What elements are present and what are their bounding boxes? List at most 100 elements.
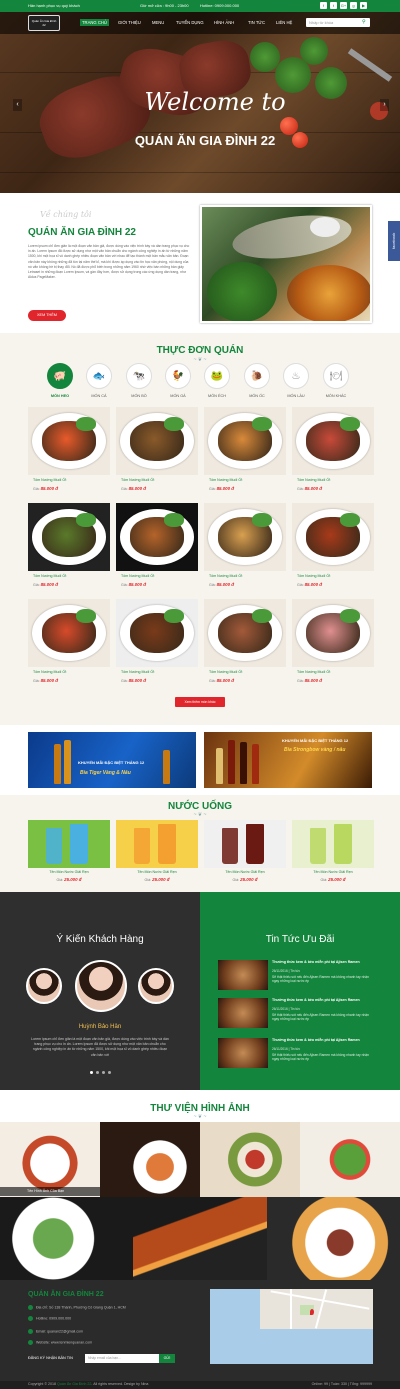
dish-image[interactable]: [28, 599, 110, 667]
dish-name[interactable]: Tôm Nướng Muối Ớt: [116, 670, 198, 674]
dish-card[interactable]: Tôm Nướng Muối Ớt Giá: 85.000 đ: [116, 407, 198, 499]
drink-image[interactable]: [116, 820, 198, 868]
nav-menu[interactable]: MENU: [150, 19, 166, 26]
drink-name[interactable]: Tên Món Nước Giải Rẹn: [28, 870, 110, 874]
nav-gallery[interactable]: HÌNH ẢNH: [212, 19, 236, 26]
dish-card[interactable]: Tôm Nướng Muối Ớt Giá: 85.000 đ: [28, 503, 110, 595]
dish-card[interactable]: Tôm Nướng Muối Ớt Giá: 85.000 đ: [28, 599, 110, 691]
dish-name[interactable]: Tôm Nướng Muối Ớt: [116, 478, 198, 482]
dish-image[interactable]: [292, 503, 374, 571]
gallery-image[interactable]: [200, 1122, 300, 1197]
dish-name[interactable]: Tôm Nướng Muối Ớt: [28, 670, 110, 674]
dish-name[interactable]: Tôm Nướng Muối Ớt: [204, 478, 286, 482]
drink-name[interactable]: Tên Món Nước Giải Rẹn: [204, 870, 286, 874]
nav-contact[interactable]: LIÊN HỆ: [274, 19, 294, 26]
drink-card[interactable]: Tên Món Nước Giải Rẹn Giá: 25.000 đ: [292, 820, 374, 890]
dish-name[interactable]: Tôm Nướng Muối Ớt: [204, 574, 286, 578]
dish-card[interactable]: Tôm Nướng Muối Ớt Giá: 85.000 đ: [28, 407, 110, 499]
nav-news[interactable]: TIN TỨC: [246, 19, 267, 26]
dish-image[interactable]: [28, 503, 110, 571]
dish-name[interactable]: Tôm Nướng Muối Ớt: [116, 574, 198, 578]
drink-card[interactable]: Tên Món Nước Giải Rẹn Giá: 25.000 đ: [28, 820, 110, 890]
dish-image[interactable]: [292, 407, 374, 475]
dish-card[interactable]: Tôm Nướng Muối Ớt Giá: 85.000 đ: [204, 599, 286, 691]
dish-name[interactable]: Tôm Nướng Muối Ớt: [292, 670, 374, 674]
nav-home[interactable]: TRANG CHỦ: [80, 19, 109, 26]
category-snail[interactable]: 🐌 MÓN ỐC: [237, 363, 277, 398]
news-thumbnail[interactable]: [218, 998, 268, 1028]
news-item[interactable]: Thưởng thức kem & bèo miễn phí tại Ajise…: [218, 998, 378, 1030]
dish-image[interactable]: [116, 503, 198, 571]
nav-recruitment[interactable]: TUYỂN DỤNG: [174, 19, 206, 26]
news-item[interactable]: Thưởng thức kem & bèo miễn phí tại Ajise…: [218, 960, 378, 992]
dish-card[interactable]: Tôm Nướng Muối Ớt Giá: 85.000 đ: [292, 407, 374, 499]
category-chicken[interactable]: 🐓 MÓN GÀ: [158, 363, 198, 398]
site-logo[interactable]: Quán Ăn Gia Đình 22: [28, 15, 60, 31]
google-icon[interactable]: g: [350, 2, 357, 9]
drink-image[interactable]: [292, 820, 374, 868]
dish-name[interactable]: Tôm Nướng Muối Ớt: [204, 670, 286, 674]
drink-name[interactable]: Tên Món Nước Giải Rẹn: [292, 870, 374, 874]
dish-card[interactable]: Tôm Nướng Muối Ớt Giá: 85.000 đ: [116, 599, 198, 691]
twitter-icon[interactable]: t: [330, 2, 337, 9]
dish-image[interactable]: [204, 407, 286, 475]
gallery-image[interactable]: [0, 1197, 133, 1280]
youtube-icon[interactable]: ▶: [360, 2, 367, 9]
avatar[interactable]: [26, 968, 62, 1004]
read-more-button[interactable]: XEM THÊM: [28, 310, 66, 321]
subscribe-email-input[interactable]: Nhập email của bạn...: [85, 1354, 159, 1363]
drink-card[interactable]: Tên Món Nước Giải Rẹn Giá: 25.000 đ: [116, 820, 198, 890]
dish-card[interactable]: Tôm Nướng Muối Ớt Giá: 85.000 đ: [204, 407, 286, 499]
location-map[interactable]: [210, 1289, 373, 1364]
search-icon[interactable]: ⚲: [362, 19, 366, 25]
dish-card[interactable]: Tôm Nướng Muối Ớt Giá: 85.000 đ: [204, 503, 286, 595]
drink-image[interactable]: [204, 820, 286, 868]
dish-image[interactable]: [292, 599, 374, 667]
slider-next-arrow[interactable]: ›: [380, 99, 389, 111]
facebook-tab[interactable]: facebook: [388, 221, 400, 261]
avatar-active[interactable]: [75, 960, 127, 1012]
dish-image[interactable]: [116, 407, 198, 475]
dish-image[interactable]: [204, 503, 286, 571]
dish-name[interactable]: Tôm Nướng Muối Ớt: [292, 574, 374, 578]
dish-card[interactable]: Tôm Nướng Muối Ớt Giá: 85.000 đ: [292, 503, 374, 595]
news-thumbnail[interactable]: [218, 1038, 268, 1068]
category-fish[interactable]: 🐟 MÓN CÁ: [79, 363, 119, 398]
dish-image[interactable]: [28, 407, 110, 475]
gallery-image[interactable]: [133, 1197, 267, 1280]
news-title[interactable]: Thưởng thức kem & bèo miễn phí tại Ajise…: [272, 1038, 376, 1043]
dish-image[interactable]: [116, 599, 198, 667]
carousel-dot[interactable]: [96, 1071, 99, 1074]
strongbow-promo-banner[interactable]: KHUYẾN MÃI ĐẶC BIỆT THÁNG 12 Bia Strongb…: [204, 732, 372, 788]
drink-card[interactable]: Tên Món Nước Giải Rẹn Giá: 25.000 đ: [204, 820, 286, 890]
dish-card[interactable]: Tôm Nướng Muối Ớt Giá: 85.000 đ: [116, 503, 198, 595]
gallery-image[interactable]: [100, 1122, 200, 1197]
category-frog[interactable]: 🐸 MÓN ẾCH: [197, 363, 237, 398]
carousel-dot[interactable]: [108, 1071, 111, 1074]
category-pig[interactable]: 🐖 MÓN HEO: [40, 363, 80, 398]
more-dishes-button[interactable]: Xem thêm món khác: [175, 697, 225, 707]
category-cow[interactable]: 🐄 MÓN BÒ: [119, 363, 159, 398]
drink-name[interactable]: Tên Món Nước Giải Rẹn: [116, 870, 198, 874]
news-title[interactable]: Thưởng thức kem & bèo miễn phí tại Ajise…: [272, 960, 376, 965]
category-dish[interactable]: 🍽 MÓN KHÁC: [316, 363, 356, 398]
tiger-promo-banner[interactable]: KHUYẾN MÃI ĐẶC BIỆT THÁNG 12 Bia Tiger V…: [28, 732, 196, 788]
dish-card[interactable]: Tôm Nướng Muối Ớt Giá: 85.000 đ: [292, 599, 374, 691]
category-hotpot[interactable]: ♨ MÓN LẨU: [276, 363, 316, 398]
dish-name[interactable]: Tôm Nướng Muối Ớt: [292, 478, 374, 482]
dish-image[interactable]: [204, 599, 286, 667]
avatar[interactable]: [138, 968, 174, 1004]
gallery-image[interactable]: [300, 1122, 400, 1197]
carousel-dot[interactable]: [102, 1071, 105, 1074]
gallery-image[interactable]: [0, 1122, 100, 1197]
news-item[interactable]: Thưởng thức kem & bèo miễn phí tại Ajise…: [218, 1038, 378, 1070]
gallery-image[interactable]: [267, 1197, 400, 1280]
news-thumbnail[interactable]: [218, 960, 268, 990]
nav-about[interactable]: GIỚI THIỆU: [116, 19, 143, 26]
subscribe-button[interactable]: GỬI: [159, 1354, 175, 1363]
carousel-dot[interactable]: [90, 1071, 93, 1074]
search-input[interactable]: Nhập từ khóa: [306, 18, 370, 27]
slider-prev-arrow[interactable]: ‹: [13, 99, 22, 111]
drink-image[interactable]: [28, 820, 110, 868]
dish-name[interactable]: Tôm Nướng Muối Ớt: [28, 574, 110, 578]
